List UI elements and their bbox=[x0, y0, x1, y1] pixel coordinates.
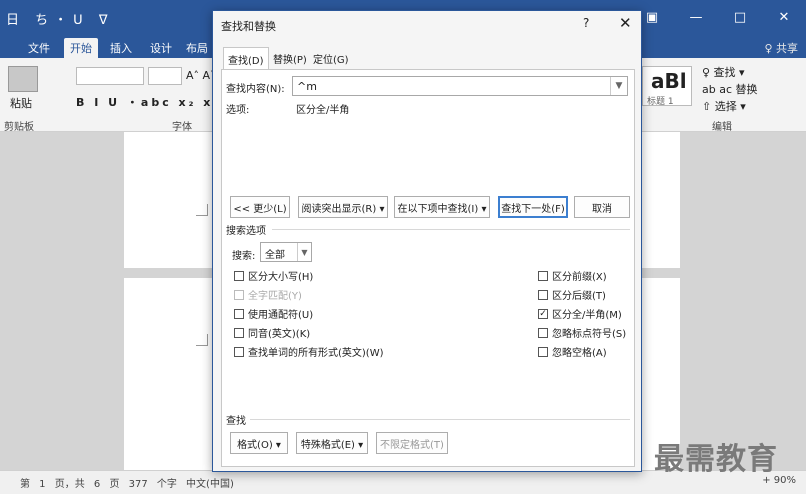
checkbox-label: 忽略标点符号(S) bbox=[552, 329, 627, 340]
find-button[interactable]: ♀ 查找 ▾ bbox=[702, 64, 758, 81]
divider bbox=[272, 229, 630, 230]
document-page[interactable] bbox=[124, 278, 224, 470]
font-size-select[interactable] bbox=[148, 67, 182, 85]
divider bbox=[250, 419, 630, 420]
tab-insert[interactable]: 插入 bbox=[104, 38, 138, 58]
checkbox-label: 使用通配符(U) bbox=[248, 310, 314, 321]
editing-group-label: 编辑 bbox=[712, 122, 732, 133]
checkbox-label: 区分后缀(T) bbox=[552, 291, 606, 302]
checkbox-label: 同音(英文)(K) bbox=[248, 329, 311, 340]
tab-find[interactable]: 查找(D) bbox=[223, 47, 269, 69]
tab-layout[interactable]: 布局 bbox=[180, 38, 214, 58]
checkbox-box[interactable] bbox=[538, 327, 548, 338]
document-page[interactable] bbox=[124, 132, 224, 268]
search-direction-label: 搜索: bbox=[232, 251, 256, 262]
chevron-down-icon[interactable]: ▼ bbox=[610, 77, 627, 95]
search-direction-value: 全部 bbox=[265, 250, 285, 261]
checkbox-ignore-punct[interactable]: 忽略标点符号(S) bbox=[538, 325, 626, 340]
search-options-title: 搜索选项 bbox=[226, 226, 266, 237]
dialog-title: 查找和替换 bbox=[221, 20, 276, 33]
checkbox-ignore-space[interactable]: 忽略空格(A) bbox=[538, 344, 607, 359]
checkbox-label: 区分全/半角(M) bbox=[552, 310, 622, 321]
share-button[interactable]: ♀ 共享 bbox=[764, 40, 798, 56]
margin-corner-mark bbox=[196, 204, 208, 216]
checkbox-box[interactable] bbox=[234, 346, 244, 357]
format-button[interactable]: 格式(O) ▾ bbox=[230, 432, 288, 454]
checkbox-box bbox=[234, 289, 244, 300]
checkbox-box[interactable] bbox=[234, 308, 244, 319]
font-name-select[interactable] bbox=[76, 67, 144, 85]
clipboard-group-label: 剪贴板 bbox=[4, 122, 34, 133]
close-icon[interactable]: ✕ bbox=[762, 0, 806, 34]
tab-design[interactable]: 设计 bbox=[144, 38, 178, 58]
minimize-icon[interactable]: — bbox=[674, 0, 718, 34]
checkbox-whole-word: 全字匹配(Y) bbox=[234, 287, 302, 302]
tab-replace[interactable]: 替换(P) bbox=[269, 47, 311, 69]
quick-access-toolbar[interactable]: 日 ち・ᑌ ᐁ bbox=[6, 9, 114, 28]
checkbox-match-prefix[interactable]: 区分前缀(X) bbox=[538, 268, 607, 283]
find-panel: 查找内容(N): ^m ▼ 选项: 区分全/半角 << 更少(L) 阅读突出显示… bbox=[221, 69, 635, 467]
status-text: 第 1 页，共 6 页 377 个字 中文(中国) bbox=[20, 479, 234, 490]
checkbox-box[interactable] bbox=[538, 270, 548, 281]
checkbox-match-case[interactable]: 区分大小写(H) bbox=[234, 268, 313, 283]
margin-corner-mark bbox=[196, 334, 208, 346]
tab-file[interactable]: 文件 bbox=[22, 38, 56, 58]
styles-gallery[interactable]: aBl 标题 1 bbox=[642, 66, 692, 107]
find-in-button[interactable]: 在以下项中查找(I) ▾ bbox=[394, 196, 490, 218]
paste-icon[interactable] bbox=[8, 66, 38, 92]
document-page-edge bbox=[640, 132, 680, 268]
less-button[interactable]: << 更少(L) bbox=[230, 196, 290, 218]
no-formatting-button: 不限定格式(T) bbox=[376, 432, 448, 454]
checkbox-wildcards[interactable]: 使用通配符(U) bbox=[234, 306, 313, 321]
checkbox-label: 忽略空格(A) bbox=[552, 348, 607, 359]
find-what-input[interactable]: ^m bbox=[292, 76, 628, 96]
checkbox-label: 区分大小写(H) bbox=[248, 272, 314, 283]
checkbox-sounds-like[interactable]: 同音(英文)(K) bbox=[234, 325, 310, 340]
styles-preview: aBl bbox=[651, 69, 687, 93]
font-group-label: 字体 bbox=[172, 122, 192, 133]
search-direction-select[interactable]: 全部 ▼ bbox=[260, 242, 312, 262]
checkbox-width[interactable]: ✓ 区分全/半角(M) bbox=[538, 306, 622, 321]
tab-goto[interactable]: 定位(G) bbox=[309, 47, 353, 69]
styles-sub-label: 标题 1 bbox=[647, 97, 674, 107]
checkbox-label: 查找单词的所有形式(英文)(W) bbox=[248, 348, 384, 359]
select-button[interactable]: ⇧ 选择 ▾ bbox=[702, 98, 758, 115]
replace-button[interactable]: ab ac 替换 bbox=[702, 81, 758, 98]
options-label: 选项: bbox=[226, 105, 250, 116]
find-replace-dialog: 查找和替换 ? ✕ 查找(D) 替换(P) 定位(G) 查找内容(N): ^m … bbox=[212, 10, 642, 472]
checkbox-all-word-forms[interactable]: 查找单词的所有形式(英文)(W) bbox=[234, 344, 384, 359]
checkbox-match-suffix[interactable]: 区分后缀(T) bbox=[538, 287, 606, 302]
options-value: 区分全/半角 bbox=[296, 105, 350, 116]
cancel-button[interactable]: 取消 bbox=[574, 196, 630, 218]
dialog-close-icon[interactable]: ✕ bbox=[619, 14, 632, 32]
checkbox-box[interactable] bbox=[234, 327, 244, 338]
help-icon[interactable]: ? bbox=[583, 16, 589, 30]
chevron-down-icon: ▼ bbox=[297, 243, 311, 261]
paste-label[interactable]: 粘贴 bbox=[10, 95, 32, 111]
watermark-logo: 最需教育 bbox=[654, 442, 778, 477]
tab-home[interactable]: 开始 bbox=[64, 38, 98, 58]
checkbox-label: 全字匹配(Y) bbox=[248, 291, 302, 302]
window-controls: ▣ — □ ✕ bbox=[630, 0, 806, 34]
find-what-label: 查找内容(N): bbox=[226, 84, 285, 95]
checkbox-box[interactable] bbox=[234, 270, 244, 281]
checkbox-box[interactable] bbox=[538, 289, 548, 300]
checkbox-box[interactable] bbox=[538, 346, 548, 357]
editing-group: ♀ 查找 ▾ ab ac 替换 ⇧ 选择 ▾ bbox=[702, 64, 758, 115]
maximize-icon[interactable]: □ bbox=[718, 0, 762, 34]
checkbox-label: 区分前缀(X) bbox=[552, 272, 607, 283]
checkbox-box-checked[interactable]: ✓ bbox=[538, 308, 548, 319]
reading-highlight-button[interactable]: 阅读突出显示(R) ▾ bbox=[298, 196, 388, 218]
special-button[interactable]: 特殊格式(E) ▾ bbox=[296, 432, 368, 454]
find-section-title: 查找 bbox=[226, 416, 246, 427]
find-next-button[interactable]: 查找下一处(F) bbox=[498, 196, 568, 218]
